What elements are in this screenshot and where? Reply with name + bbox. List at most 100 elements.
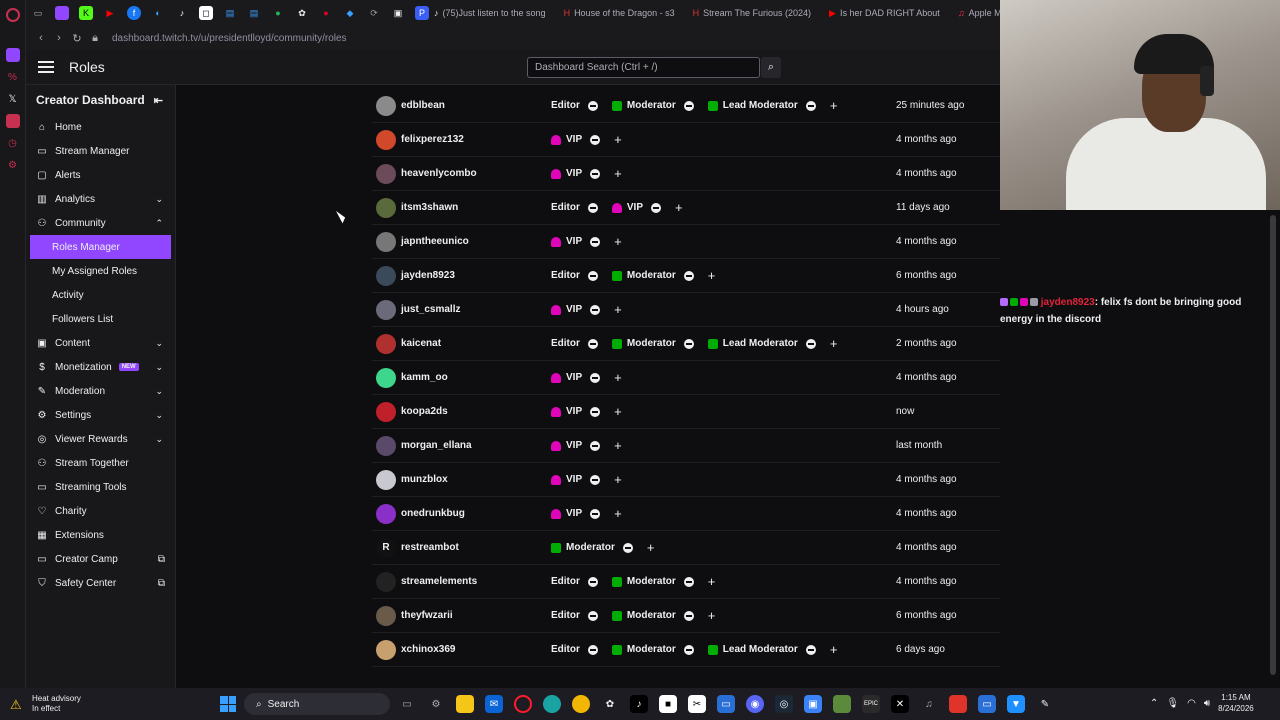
add-role-button[interactable]: +: [675, 200, 683, 215]
sidebar-item-extensions[interactable]: ▦ Extensions: [26, 523, 175, 547]
page-scrollbar[interactable]: [1270, 215, 1276, 675]
add-role-button[interactable]: +: [614, 506, 622, 521]
remove-role-button[interactable]: [590, 508, 601, 519]
reload-icon[interactable]: ↻: [68, 32, 86, 45]
avatar[interactable]: [376, 197, 396, 218]
avatar[interactable]: [376, 231, 396, 252]
paypal-tab-icon[interactable]: P: [415, 6, 429, 20]
twitch-tab-icon[interactable]: [55, 6, 69, 20]
username[interactable]: kaicenat: [401, 338, 441, 349]
steam-icon[interactable]: ◎: [775, 695, 793, 713]
notion-tab-icon[interactable]: ▣: [391, 6, 405, 20]
avatar[interactable]: [376, 95, 396, 116]
avatar[interactable]: [376, 605, 396, 626]
remove-role-button[interactable]: [587, 270, 598, 281]
username[interactable]: japntheeunico: [401, 236, 469, 247]
add-role-button[interactable]: +: [614, 438, 622, 453]
username[interactable]: xchinox369: [401, 644, 455, 655]
username[interactable]: heavenlycombo: [401, 168, 477, 179]
sidebar-item-charity[interactable]: ♡ Charity: [26, 499, 175, 523]
remove-role-button[interactable]: [587, 576, 598, 587]
avatar[interactable]: [376, 299, 396, 320]
outlook-icon[interactable]: ✉: [485, 695, 503, 713]
twitch-icon[interactable]: [5, 48, 20, 62]
username[interactable]: koopa2ds: [401, 406, 448, 417]
minecraft-icon[interactable]: [833, 695, 851, 713]
sidebar-item-streaming-tools[interactable]: ▭ Streaming Tools: [26, 475, 175, 499]
chatgpt-app-icon[interactable]: ✿: [601, 695, 619, 713]
remove-role-button[interactable]: [590, 134, 601, 145]
vpn-icon[interactable]: ▼: [1007, 695, 1025, 713]
username[interactable]: theyfwzarii: [401, 610, 453, 621]
edge-app-icon[interactable]: [543, 695, 561, 713]
sidebar-item-content[interactable]: ▣ Content ⌄: [26, 331, 175, 355]
add-role-button[interactable]: +: [614, 234, 622, 249]
sidebar-item-alerts[interactable]: ▢ Alerts: [26, 163, 175, 187]
username[interactable]: itsm3shawn: [401, 202, 458, 213]
sidebar-item-community[interactable]: ⚇ Community ⌃: [26, 211, 175, 235]
collapse-sidebar-icon[interactable]: ⇤: [154, 94, 163, 107]
epic-games-icon[interactable]: EPIC: [862, 695, 880, 713]
remove-role-button[interactable]: [587, 338, 598, 349]
remove-role-button[interactable]: [587, 644, 598, 655]
avatar[interactable]: [376, 265, 396, 286]
username[interactable]: kamm_oo: [401, 372, 448, 383]
remove-role-button[interactable]: [590, 406, 601, 417]
remove-role-button[interactable]: [805, 644, 816, 655]
avatar[interactable]: [376, 401, 396, 422]
add-role-button[interactable]: +: [830, 98, 838, 113]
add-role-button[interactable]: +: [614, 472, 622, 487]
sidebar-item-home[interactable]: ⌂ Home: [26, 115, 175, 139]
sidebar-item-safety-center[interactable]: ⛉ Safety Center ⧉: [26, 571, 175, 595]
sidebar-item-analytics[interactable]: ▥ Analytics ⌄: [26, 187, 175, 211]
add-role-button[interactable]: +: [614, 166, 622, 181]
forward-icon[interactable]: ›: [50, 32, 68, 44]
tab-1[interactable]: H House of the Dragon - s3: [564, 8, 675, 18]
page-tab-icon[interactable]: ◻: [199, 6, 213, 20]
remove-role-button[interactable]: [683, 644, 694, 655]
window-app-icon[interactable]: ▭: [978, 695, 996, 713]
percent-icon[interactable]: %: [6, 70, 20, 84]
x-icon[interactable]: 𝕏: [6, 92, 20, 106]
username[interactable]: edblbean: [401, 100, 445, 111]
youtube-tab-icon[interactable]: ▶: [103, 6, 117, 20]
weather-widget[interactable]: ⚠ Heat advisory In effect: [10, 694, 81, 714]
username[interactable]: felixperez132: [401, 134, 464, 145]
tab-2[interactable]: H Stream The Furious (2024): [693, 8, 811, 18]
chatgpt-tab-icon[interactable]: ✿: [295, 6, 309, 20]
tab-3[interactable]: ▶ Is her DAD RIGHT About: [829, 8, 940, 19]
remove-role-button[interactable]: [683, 270, 694, 281]
music-app-icon[interactable]: ♫: [920, 695, 938, 713]
file-explorer-icon[interactable]: [456, 695, 474, 713]
capcut-2-icon[interactable]: ✂: [688, 695, 706, 713]
remove-role-button[interactable]: [683, 576, 694, 587]
discord-icon[interactable]: ◉: [746, 695, 764, 713]
capcut-3-icon[interactable]: ✕: [891, 695, 909, 713]
avatar[interactable]: R: [376, 537, 396, 558]
screen-app-icon[interactable]: ▭: [717, 695, 735, 713]
sidebar-item-my-assigned-roles[interactable]: My Assigned Roles: [26, 259, 175, 283]
username[interactable]: jayden8923: [401, 270, 455, 281]
avatar[interactable]: [376, 469, 396, 490]
remove-role-button[interactable]: [587, 100, 598, 111]
remove-role-button[interactable]: [590, 474, 601, 485]
avatar[interactable]: [376, 503, 396, 524]
windows-start-icon[interactable]: [220, 696, 236, 712]
sidebar-item-stream-manager[interactable]: ▭ Stream Manager: [26, 139, 175, 163]
sidebar-item-followers-list[interactable]: Followers List: [26, 307, 175, 331]
add-role-button[interactable]: +: [830, 642, 838, 657]
remove-role-button[interactable]: [590, 440, 601, 451]
taskbar-search[interactable]: ⌕ Search: [244, 693, 390, 715]
menu-icon[interactable]: [38, 58, 54, 76]
remove-role-button[interactable]: [590, 168, 601, 179]
sidebar-item-roles-manager[interactable]: Roles Manager: [30, 235, 171, 259]
microphone-icon[interactable]: 🎙︎: [1166, 698, 1179, 709]
remove-role-button[interactable]: [805, 100, 816, 111]
tiktok-small-tab-icon[interactable]: ♪: [175, 6, 189, 20]
volume-icon[interactable]: 🔊︎: [1204, 698, 1210, 709]
pinterest-tab-icon[interactable]: ●: [319, 6, 333, 20]
sidebar-item-stream-together[interactable]: ⚇ Stream Together: [26, 451, 175, 475]
username[interactable]: streamelements: [401, 576, 477, 587]
pen-app-icon[interactable]: ✎: [1036, 695, 1054, 713]
chevron-up-icon[interactable]: ⌃: [1150, 698, 1158, 709]
